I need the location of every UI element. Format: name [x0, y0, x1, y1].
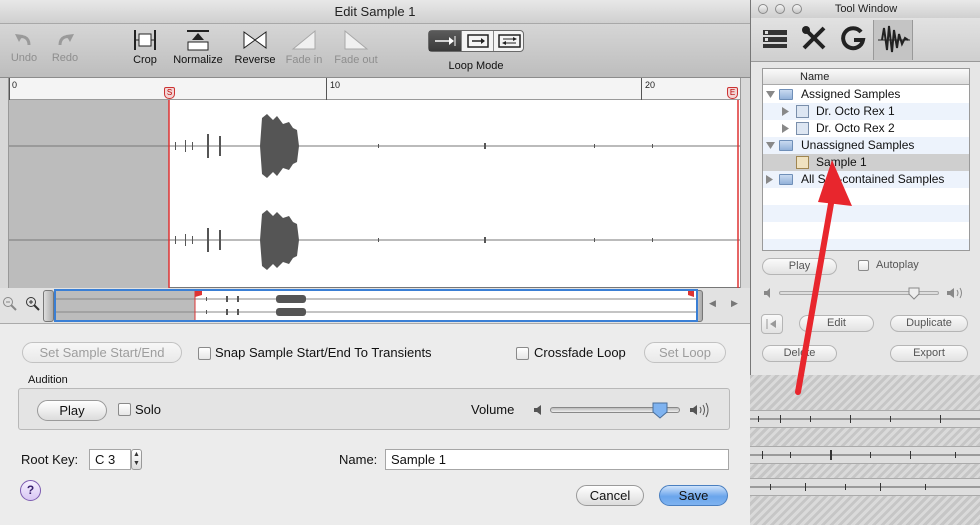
normalize-button[interactable]: Normalize	[169, 28, 227, 66]
speaker-icon	[763, 287, 775, 299]
speaker-high-icon	[945, 285, 967, 301]
close-window-icon[interactable]	[758, 4, 768, 14]
right-edge	[740, 78, 750, 288]
fade-out-icon	[344, 29, 369, 50]
track-lane	[750, 410, 980, 428]
zoom-window-icon[interactable]	[792, 4, 802, 14]
tools-icon[interactable]	[800, 24, 828, 52]
overview-waveform	[56, 291, 696, 320]
disclosure-closed-icon[interactable]	[782, 107, 790, 116]
sample-end-marker[interactable]: E	[727, 87, 738, 99]
set-loop-button[interactable]: Set Loop	[644, 342, 726, 363]
disclosure-open-icon[interactable]	[766, 91, 775, 99]
edit-sample-window: Edit Sample 1 Undo Redo Crop Normalize R…	[0, 0, 750, 525]
root-key-field[interactable]: C 3	[89, 449, 131, 470]
set-sample-start-end-button[interactable]: Set Sample Start/End	[22, 342, 182, 363]
tool-window-title: Tool Window	[751, 0, 980, 18]
waveform-icon	[878, 25, 910, 53]
tool-volume-thumb[interactable]	[908, 287, 920, 300]
loop-mode-alternate[interactable]	[493, 31, 524, 51]
sample-start-marker[interactable]: S	[164, 87, 175, 99]
volume-slider-track[interactable]	[550, 402, 680, 419]
audition-label: Audition	[28, 374, 68, 386]
reverse-button[interactable]: Reverse	[232, 28, 278, 66]
time-ruler: 0 10 20 S E	[9, 78, 740, 100]
fade-in-button[interactable]: Fade in	[283, 28, 325, 66]
fade-in-icon	[291, 29, 316, 50]
volume-label: Volume	[471, 402, 515, 417]
window-title: Edit Sample 1	[0, 0, 750, 24]
speaker-low-icon	[532, 403, 546, 417]
play-button[interactable]: Play	[37, 400, 107, 421]
edit-toolbar: Undo Redo Crop Normalize Reverse Fade in…	[0, 24, 750, 78]
cancel-button[interactable]: Cancel	[576, 485, 644, 506]
redo-button[interactable]: Redo	[48, 28, 82, 64]
list-item[interactable]: Dr. Octo Rex 2	[763, 120, 969, 137]
loop-alternate-icon	[498, 34, 521, 48]
name-field[interactable]: Sample 1	[385, 449, 729, 470]
waveform-overview[interactable]	[54, 289, 698, 322]
loop-icon	[467, 34, 489, 48]
list-item[interactable]: Dr. Octo Rex 1	[763, 103, 969, 120]
rex-file-icon	[796, 105, 809, 118]
zoom-out-icon[interactable]	[2, 296, 18, 312]
load-device-icon	[766, 319, 776, 329]
autoplay-label: Autoplay	[876, 259, 919, 271]
redo-icon	[58, 34, 74, 46]
name-label: Name:	[339, 452, 378, 467]
disclosure-open-icon[interactable]	[766, 142, 775, 150]
tool-window-tabs	[751, 18, 980, 62]
groove-icon[interactable]	[839, 24, 867, 52]
root-key-label: Root Key:	[21, 452, 79, 467]
zoom-in-icon[interactable]	[25, 296, 41, 312]
crossfade-loop-label: Crossfade Loop	[534, 345, 626, 360]
disclosure-closed-icon[interactable]	[782, 124, 790, 133]
disclosure-closed-icon[interactable]	[766, 175, 774, 184]
rex-file-icon	[796, 122, 809, 135]
root-key-stepper[interactable]: ▲ ▼	[131, 449, 142, 470]
crop-button[interactable]: Crop	[128, 28, 162, 66]
reverse-icon	[243, 31, 267, 49]
crop-icon	[134, 30, 156, 50]
loop-mode-label: Loop Mode	[448, 60, 504, 72]
save-button[interactable]: Save	[659, 485, 728, 506]
waveform	[9, 100, 740, 288]
sample-browser-tab[interactable]	[873, 20, 913, 60]
snap-label: Snap Sample Start/End To Transients	[215, 345, 432, 360]
track-lane	[750, 446, 980, 464]
folder-icon	[779, 89, 793, 100]
undo-icon	[15, 34, 31, 46]
loop-mode-segmented	[428, 30, 524, 52]
waveform-display[interactable]	[9, 100, 740, 288]
solo-checkbox[interactable]	[118, 403, 131, 416]
forward-play-icon	[435, 36, 456, 46]
scroll-right-arrow-icon[interactable]: ▶	[731, 298, 743, 312]
snap-checkbox[interactable]	[198, 347, 211, 360]
solo-label: Solo	[135, 402, 162, 417]
loop-mode-forward[interactable]	[429, 31, 461, 51]
device-rack-icon[interactable]	[761, 24, 789, 52]
scroll-left-arrow-icon[interactable]: ◀	[709, 298, 721, 312]
undo-button[interactable]: Undo	[8, 28, 40, 64]
left-edge	[0, 78, 9, 288]
list-item[interactable]: Assigned Samples	[763, 86, 969, 103]
loop-mode-loop[interactable]	[461, 31, 493, 51]
volume-slider-thumb[interactable]	[652, 402, 668, 419]
minimize-window-icon[interactable]	[775, 4, 785, 14]
fade-out-button[interactable]: Fade out	[331, 28, 381, 66]
export-button[interactable]: Export	[890, 345, 968, 362]
overview-left-handle[interactable]	[43, 290, 54, 322]
speaker-high-icon	[688, 402, 710, 418]
name-column-header[interactable]: Name	[763, 69, 969, 85]
track-lane	[750, 478, 980, 496]
duplicate-button[interactable]: Duplicate	[890, 315, 968, 332]
help-button[interactable]: ?	[20, 480, 41, 501]
normalize-icon	[187, 30, 209, 51]
crossfade-loop-checkbox[interactable]	[516, 347, 529, 360]
annotation-arrow	[795, 160, 852, 395]
